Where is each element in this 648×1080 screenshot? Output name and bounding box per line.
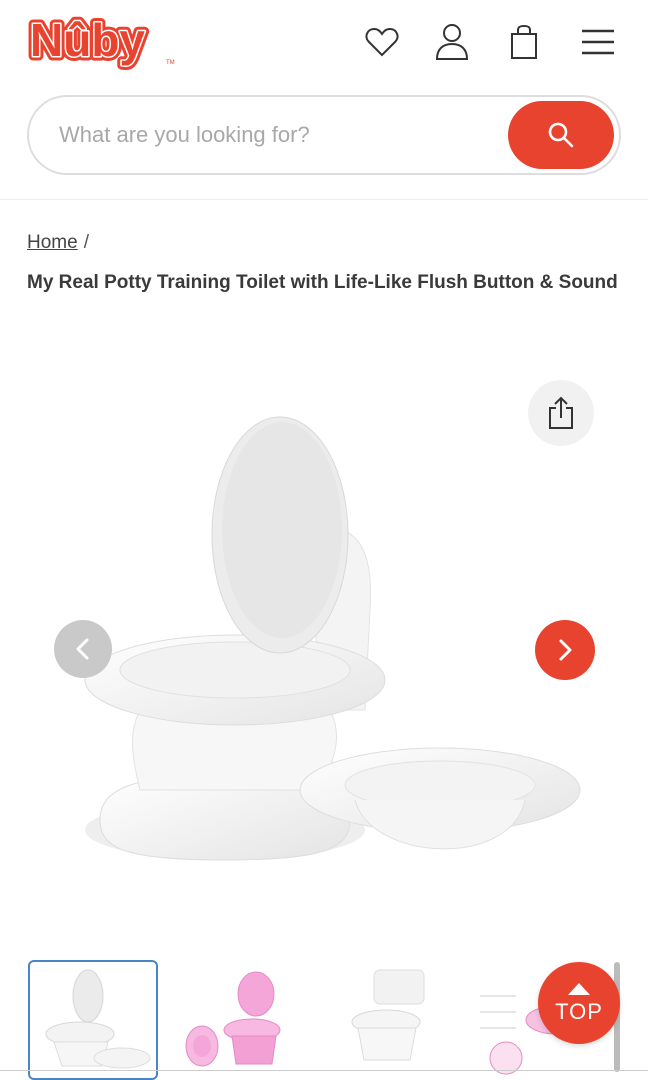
breadcrumb: Home / [27, 232, 89, 254]
wishlist-button[interactable] [358, 18, 406, 66]
account-icon [435, 24, 469, 60]
search-bar [27, 95, 621, 175]
share-button[interactable] [528, 380, 594, 446]
gallery-next-button[interactable] [535, 620, 595, 680]
svg-text:TM: TM [166, 60, 175, 66]
chevron-right-icon [559, 639, 572, 661]
nuby-logo[interactable]: Nûby Nûby Nûby TM [26, 12, 186, 72]
account-button[interactable] [428, 18, 476, 66]
menu-icon [582, 29, 614, 55]
gallery-prev-button[interactable] [54, 620, 112, 678]
product-title: My Real Potty Training Toilet with Life-… [27, 272, 618, 293]
thumbnail-image-pink-potty [185, 971, 281, 1067]
heart-icon [365, 27, 399, 57]
site-header: Nûby Nûby Nûby TM [0, 0, 648, 200]
thumbnail-1[interactable] [28, 960, 158, 1080]
cart-button[interactable] [500, 18, 548, 66]
breadcrumb-separator: / [83, 232, 89, 253]
scroll-to-top-label: TOP [555, 999, 603, 1024]
shopping-bag-icon [511, 24, 537, 59]
search-button[interactable] [508, 101, 614, 169]
search-icon [548, 122, 574, 148]
share-icon [549, 396, 573, 429]
page-bottom-divider [0, 1070, 648, 1071]
svg-text:Nûby: Nûby [30, 14, 145, 66]
thumbnail-image-white-potty [45, 969, 151, 1069]
search-input[interactable] [59, 111, 499, 159]
thumbnail-2[interactable] [180, 960, 310, 1080]
thumbnail-3[interactable] [330, 960, 460, 1080]
thumbnail-image-white-potty-side [351, 969, 425, 1061]
scroll-to-top-button[interactable]: TOP [538, 962, 620, 1044]
product-main-image[interactable] [70, 390, 600, 890]
product-gallery [0, 370, 648, 930]
arrow-up-icon [568, 983, 590, 995]
menu-button[interactable] [574, 18, 622, 66]
breadcrumb-home-link[interactable]: Home [27, 232, 78, 253]
chevron-left-icon [76, 638, 89, 660]
